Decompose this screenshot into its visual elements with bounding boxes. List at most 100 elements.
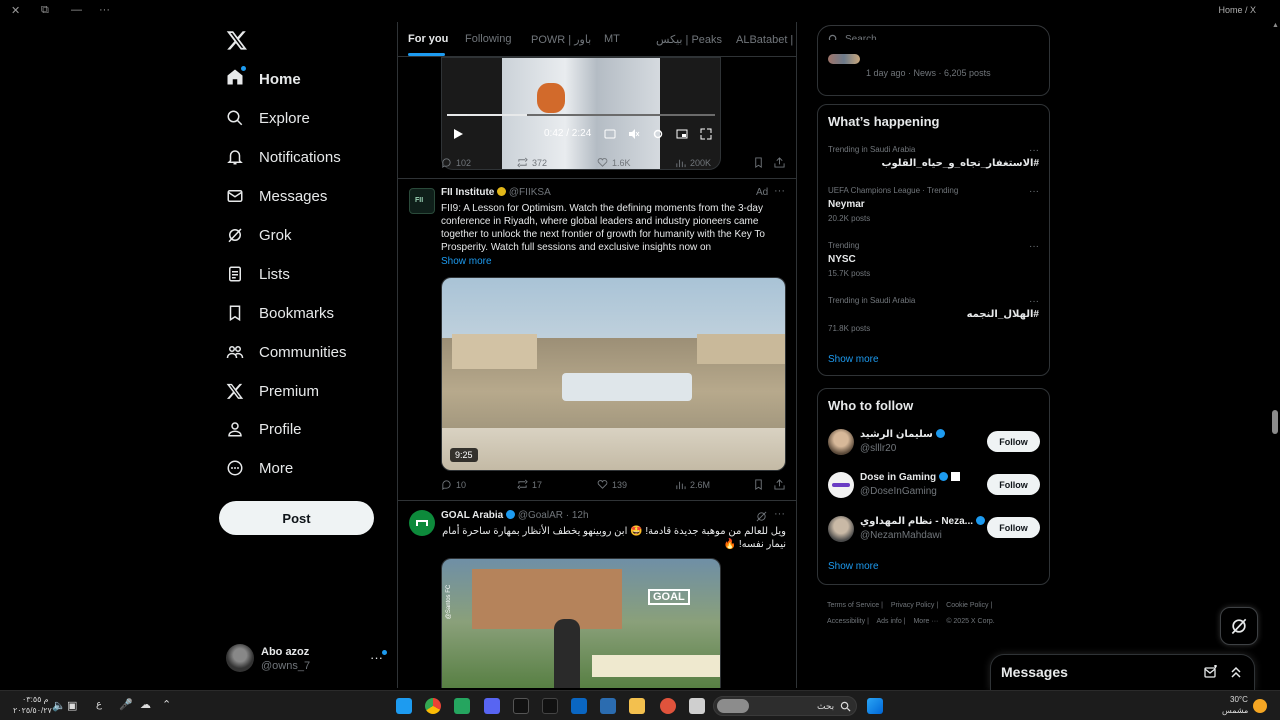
post-button[interactable]: Post <box>219 501 374 535</box>
input-language[interactable]: ع <box>96 699 102 710</box>
tab-albatabet[interactable]: ALBatabet | ل <box>736 33 796 46</box>
footer-link-cookies[interactable]: Cookie Policy | <box>946 602 992 609</box>
page-scrollbar[interactable]: ▲ <box>1272 22 1279 688</box>
taskbar-search[interactable]: بحث <box>713 696 857 716</box>
taskbar-time[interactable]: م ٠٣:٥٥ <box>22 695 49 704</box>
like-button[interactable]: 139 <box>597 479 627 490</box>
trend-name[interactable]: Neymar <box>828 199 865 210</box>
windows-start-icon[interactable] <box>867 698 883 714</box>
avatar[interactable] <box>409 510 435 536</box>
tweet-video[interactable]: GOAL @Santos FC <box>441 558 721 688</box>
discord-icon[interactable] <box>484 698 500 714</box>
news-card[interactable]: 1 day ago · News · 6,205 posts <box>817 40 1050 96</box>
nav-grok[interactable]: Grok <box>226 223 292 247</box>
share-icon[interactable] <box>774 157 785 168</box>
more-dots-icon[interactable]: ··· <box>1029 145 1039 156</box>
grok-button[interactable] <box>1220 607 1258 645</box>
play-icon[interactable] <box>452 128 464 140</box>
nav-profile[interactable]: Profile <box>226 417 302 441</box>
footer-link-terms[interactable]: Terms of Service | <box>827 602 883 609</box>
taskbar-notifications-icon[interactable]: ▣ <box>67 699 77 712</box>
show-more-link[interactable]: Show more <box>828 354 879 365</box>
fullscreen-icon[interactable] <box>700 128 712 140</box>
picture-in-picture-icon[interactable] <box>676 128 688 140</box>
more-dots-icon[interactable]: ··· <box>1029 241 1039 252</box>
taskbar-app-icon[interactable] <box>454 698 470 714</box>
more-dots-icon[interactable]: ··· <box>774 185 785 197</box>
speaker-icon[interactable]: 🔈 <box>52 699 66 712</box>
window-menu-icon[interactable]: ··· <box>99 4 110 16</box>
tab-mt[interactable]: MT <box>604 33 620 45</box>
file-explorer-icon[interactable] <box>629 698 645 714</box>
microphone-icon[interactable]: 🎤 <box>119 698 133 711</box>
restore-window-icon[interactable]: ⧉ <box>41 4 49 17</box>
chrome-icon[interactable] <box>425 698 441 714</box>
share-icon[interactable] <box>774 479 785 490</box>
views-button[interactable]: 200K <box>675 157 711 168</box>
nav-notifications[interactable]: Notifications <box>226 145 341 169</box>
nav-more[interactable]: More <box>226 456 293 480</box>
show-more-link[interactable]: Show more <box>828 561 879 572</box>
new-message-icon[interactable] <box>1204 665 1218 679</box>
views-button[interactable]: 2.6M <box>675 479 710 490</box>
follow-name[interactable]: نظام المهداوي - Neza... <box>860 516 985 527</box>
footer-link-privacy[interactable]: Privacy Policy | <box>891 602 938 609</box>
reply-button[interactable]: 10 <box>441 479 466 490</box>
follow-button[interactable]: Follow <box>987 431 1040 452</box>
tweet-author-name[interactable]: FII Institute <box>441 187 494 198</box>
captions-icon[interactable] <box>604 128 616 140</box>
footer-link-more[interactable]: More ··· <box>913 618 938 625</box>
settings-gear-icon[interactable] <box>652 128 664 140</box>
tweet-video[interactable]: 0:42 / 2:24 <box>441 57 721 170</box>
chevrons-up-icon[interactable] <box>1229 665 1243 679</box>
chevron-up-icon[interactable]: ⌃ <box>162 698 171 711</box>
avatar[interactable]: FII <box>409 188 435 214</box>
taskbar-app-icon[interactable] <box>513 698 529 714</box>
footer-link-ads[interactable]: Ads info | <box>876 618 905 625</box>
follow-button[interactable]: Follow <box>987 517 1040 538</box>
sun-icon[interactable] <box>1253 699 1267 713</box>
account-switcher[interactable]: Abo azoz @owns_7 ··· <box>226 644 387 674</box>
more-dots-icon[interactable]: ··· <box>774 508 785 520</box>
cloud-icon[interactable]: ☁ <box>140 698 151 711</box>
like-button[interactable]: 1.6K <box>597 157 631 168</box>
grok-icon[interactable] <box>756 511 767 522</box>
nav-lists[interactable]: Lists <box>226 262 290 286</box>
nav-bookmarks[interactable]: Bookmarks <box>226 301 334 325</box>
messages-drawer[interactable]: Messages <box>990 654 1255 690</box>
tab-powr[interactable]: POWR | باور <box>531 33 591 46</box>
mute-icon[interactable] <box>628 128 640 140</box>
more-dots-icon[interactable]: ··· <box>1029 186 1039 197</box>
tweet-author-name[interactable]: GOAL Arabia <box>441 510 503 521</box>
weather-temp[interactable]: 30°C <box>1230 695 1248 704</box>
taskbar-app-icon[interactable] <box>396 698 412 714</box>
show-more-link[interactable]: Show more <box>441 255 786 268</box>
footer-link-accessibility[interactable]: Accessibility | <box>827 618 869 625</box>
tab-following[interactable]: Following <box>465 33 511 45</box>
trend-name[interactable]: #الهلال_النجمه <box>967 309 1039 320</box>
follow-button[interactable]: Follow <box>987 474 1040 495</box>
nav-communities[interactable]: Communities <box>226 340 347 364</box>
repost-button[interactable]: 372 <box>517 157 547 168</box>
tweet-time[interactable]: · 12h <box>566 510 589 521</box>
trend-name[interactable]: #الاستغفار_نجاه_و_حياه_القلوب <box>881 158 1039 169</box>
nav-messages[interactable]: Messages <box>226 184 327 208</box>
taskbar-app-icon[interactable] <box>660 698 676 714</box>
trend-name[interactable]: NYSC <box>828 254 856 265</box>
tab-peaks[interactable]: بيكس | Peaks <box>656 33 722 46</box>
tweet-author-handle[interactable]: @FIIKSA <box>509 187 551 198</box>
follow-name[interactable]: سليمان الرشيد <box>860 429 945 440</box>
avatar[interactable] <box>828 472 854 498</box>
outlook-icon[interactable] <box>571 698 587 714</box>
x-logo-icon[interactable] <box>226 29 248 51</box>
store-icon[interactable] <box>600 698 616 714</box>
scrollbar-thumb[interactable] <box>1272 410 1278 434</box>
avatar[interactable] <box>828 429 854 455</box>
reply-button[interactable]: 102 <box>441 157 471 168</box>
repost-button[interactable]: 17 <box>517 479 542 490</box>
tiktok-icon[interactable] <box>542 698 558 714</box>
tab-for-you[interactable]: For you <box>408 33 448 45</box>
more-dots-icon[interactable]: ··· <box>1029 296 1039 307</box>
taskbar-app-icon[interactable] <box>689 698 705 714</box>
tweet-author-handle[interactable]: @GoalAR <box>518 510 563 521</box>
